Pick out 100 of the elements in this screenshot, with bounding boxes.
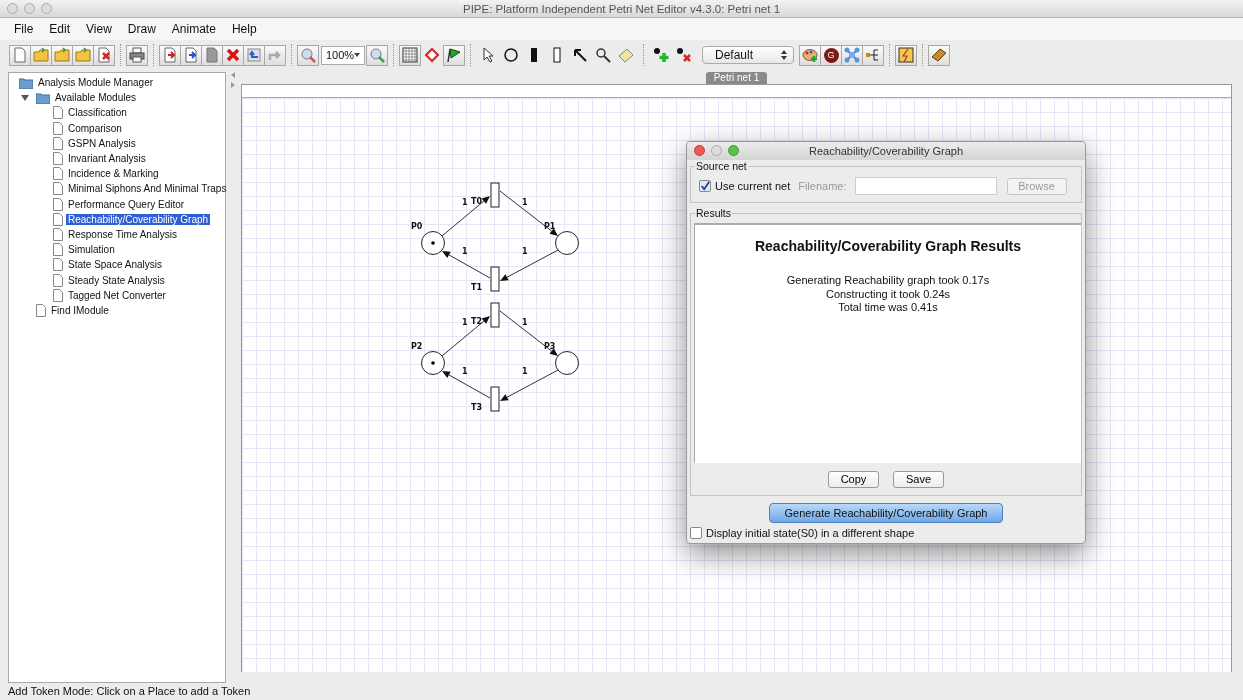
tree-item[interactable]: Classification [66,107,129,119]
undo-button[interactable] [243,44,265,66]
print-button[interactable] [126,44,148,66]
network-button[interactable] [841,44,863,66]
import-button[interactable] [180,44,202,66]
save-as-button[interactable] [72,44,94,66]
document-icon [53,197,63,211]
delete-token-icon [676,47,692,63]
checkbox-label: Use current net [715,180,791,192]
filename-label: Filename: [798,180,847,192]
tree-item[interactable]: Analysis Module Manager [36,77,156,89]
tree-item[interactable]: Reachability/Coverability Graph [66,213,211,225]
results-line: Generating Reachability graph took 0.17s [786,274,990,288]
place[interactable] [421,351,445,375]
new-button[interactable] [9,44,31,66]
place-label: P1 [544,222,556,231]
status-message: Add Token Mode: Click on a Place to add a Token [7,684,252,699]
export-button[interactable] [159,44,181,66]
document-icon [53,106,63,120]
zoom-in-button[interactable] [366,44,388,66]
menu-item[interactable]: Draw [119,22,164,36]
document-icon [53,152,63,166]
transition-label: T0 [471,197,483,206]
grid-icon [402,47,418,63]
hierarchy-button[interactable] [862,44,884,66]
arc-weight: 1 [522,247,528,256]
menu-item[interactable]: Edit [41,22,79,36]
export-image-button[interactable] [201,44,223,66]
tree-item[interactable]: Minimal Siphons And Minimal Traps [66,183,229,195]
delete-button[interactable] [222,44,244,66]
document-icon [53,167,63,181]
tree-item[interactable]: Steady State Analysis [66,274,167,286]
close-button[interactable] [93,44,115,66]
place[interactable] [421,231,445,255]
tree-item[interactable]: Simulation [66,244,117,256]
tree-item[interactable]: Comparison [66,122,124,134]
transition[interactable] [490,302,500,328]
checkbox[interactable] [699,180,711,192]
arc-arrow [441,196,490,237]
tree-item[interactable]: Find IModule [49,304,111,316]
arc-arrow [441,316,490,357]
zoom-dropdown[interactable]: 100% [321,45,365,65]
animate-button[interactable] [443,44,465,66]
save-button[interactable] [51,44,73,66]
function-button[interactable] [895,44,917,66]
tree-item[interactable]: Available Modules [53,92,138,104]
tree-item[interactable]: Performance Query Editor [66,198,187,210]
caret-icon [781,50,787,60]
results-button[interactable]: Copy [828,470,879,488]
open-button[interactable] [30,44,52,66]
arc-weight: 1 [522,318,528,327]
pointer-icon [480,47,496,63]
tree-item[interactable]: Incidence & Marking [66,168,161,180]
zoom-window-button[interactable] [728,145,739,156]
checkbox[interactable] [690,527,702,539]
menu-item[interactable]: Animate [163,22,224,36]
token-editor-button[interactable] [799,44,821,66]
help-button[interactable] [928,44,950,66]
document-icon [53,258,63,272]
tree-item[interactable]: Response Time Analysis [66,228,179,240]
document-icon [53,243,63,257]
generate-button[interactable]: Generate Reachability/Coverability Graph [769,503,1003,523]
place[interactable] [555,231,579,255]
transition[interactable] [490,386,500,412]
group-legend: Source net [695,160,748,172]
cross-icon [225,47,241,63]
transition[interactable] [490,266,500,292]
transition-label: T1 [471,283,483,292]
tree-item[interactable]: Invariant Analysis [66,153,148,165]
document-icon [204,47,220,63]
printer-icon [129,47,145,63]
tree-item[interactable]: GSPN Analysis [66,137,138,149]
menu-item[interactable]: File [6,22,42,36]
expand-triangle-icon[interactable] [21,93,29,102]
diamond-icon [424,47,440,63]
arc-weight: 1 [462,367,468,376]
splitter-arrows-icon[interactable] [231,72,236,88]
undo-icon [246,47,262,63]
menu-item[interactable]: Help [223,22,265,36]
results-button[interactable]: Save [893,470,944,488]
folder-icon [54,47,70,63]
zoom-out-icon [300,47,316,63]
document-icon [53,288,63,302]
document-icon [12,47,28,63]
menu-item[interactable]: View [78,22,120,36]
document-icon [53,212,63,226]
transition[interactable] [490,182,500,208]
token-set-dropdown[interactable]: Default [702,46,794,64]
place[interactable] [555,351,579,375]
grid-button[interactable] [399,44,421,66]
close-window-button[interactable] [694,145,705,156]
window-title: PIPE: Platform Independent Petri Net Editor v4.3.0: Petri net 1 [462,2,781,15]
document-arrow-icon [183,47,199,63]
tree-item[interactable]: State Space Analysis [66,259,164,271]
zoom-in-icon [369,47,385,63]
redo-button[interactable] [264,44,286,66]
zoom-out-button[interactable] [297,44,319,66]
filename-field[interactable] [854,177,997,195]
tree-item[interactable]: Tagged Net Converter [66,289,168,301]
group-legend: Results [695,207,732,219]
